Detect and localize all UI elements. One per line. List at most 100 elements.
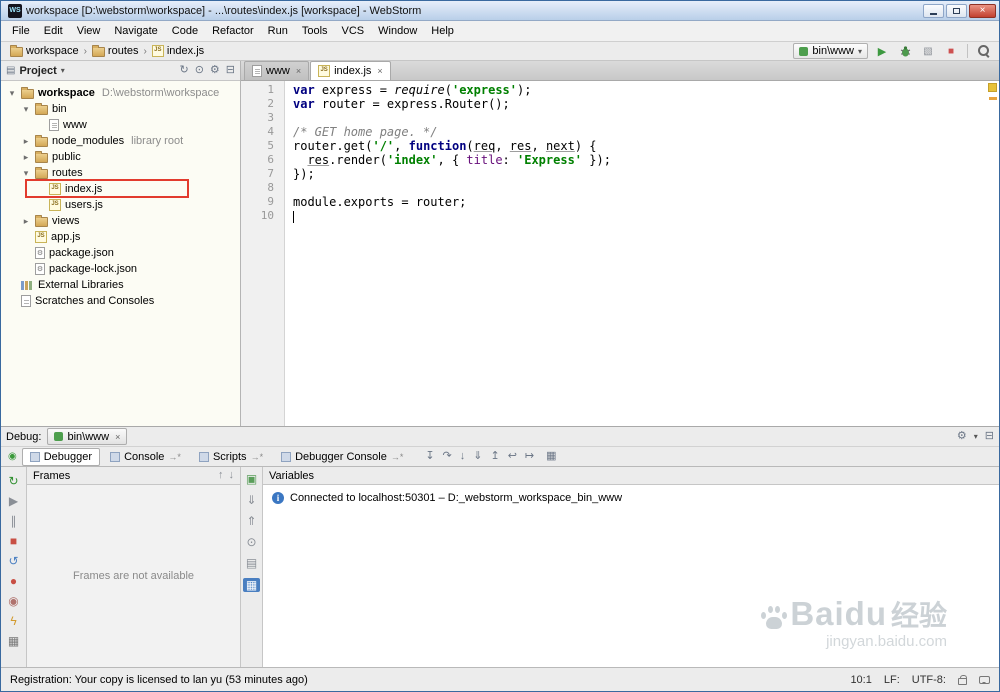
menu-item-help[interactable]: Help [424, 22, 461, 40]
tree-item-Scratches and Consoles[interactable]: Scratches and Consoles [1, 293, 240, 309]
run-to-cursor-icon[interactable]: ↦ [525, 451, 534, 462]
close-icon[interactable]: × [115, 432, 120, 442]
menu-item-view[interactable]: View [70, 22, 108, 40]
maximize-button[interactable] [946, 3, 967, 18]
chevron-down-icon[interactable]: ▾ [7, 88, 17, 99]
editor-tab-index.js[interactable]: index.js × [310, 61, 391, 80]
step-over-icon[interactable]: ↷ [443, 451, 452, 462]
debug-session-tab[interactable]: bin\www × [47, 428, 128, 445]
tree-item-app.js[interactable]: app.js [1, 229, 240, 245]
force-step-into-icon[interactable]: ⇓ [473, 451, 482, 462]
event-log-icon[interactable] [979, 675, 990, 684]
chevron-right-icon[interactable]: ▸ [21, 136, 31, 147]
debug-tab-scripts[interactable]: Scripts →* [191, 448, 271, 466]
gear-icon[interactable]: ⚙ [210, 65, 220, 76]
debug-button[interactable] [896, 43, 914, 59]
menu-item-run[interactable]: Run [261, 22, 295, 40]
close-button[interactable]: × [969, 3, 996, 18]
hide-panel-icon[interactable]: ⊟ [226, 65, 235, 76]
editor-body[interactable]: 1 2 3 4 5 6 7 8 9 10 var express = require('expre… [241, 81, 999, 426]
chevron-down-icon[interactable]: ▾ [61, 66, 65, 75]
layout-icon[interactable]: ▦ [8, 635, 19, 647]
stop-icon[interactable]: ■ [10, 535, 17, 547]
chevron-right-icon[interactable]: ▸ [21, 216, 31, 227]
menu-item-code[interactable]: Code [165, 22, 205, 40]
scroll-down-icon[interactable]: ⇓ [246, 494, 256, 506]
inspection-indicator-icon[interactable] [988, 83, 997, 92]
caret-position-widget[interactable]: 10:1 [850, 674, 871, 686]
drop-frame-icon[interactable]: ↩ [508, 451, 517, 462]
gear-icon[interactable]: ⚙ [957, 431, 967, 442]
menu-item-window[interactable]: Window [371, 22, 424, 40]
menu-item-tools[interactable]: Tools [295, 22, 335, 40]
tree-item-node_modules[interactable]: ▸ node_modules library root [1, 133, 240, 149]
menu-item-refactor[interactable]: Refactor [205, 22, 261, 40]
tree-item-views[interactable]: ▸ views [1, 213, 240, 229]
tree-item-package-lock.json[interactable]: package-lock.json [1, 261, 240, 277]
run-configuration-selector[interactable]: bin\www ▾ [793, 43, 868, 59]
chevron-down-icon[interactable]: ▾ [974, 432, 978, 441]
breadcrumb-item[interactable]: index.js [149, 45, 207, 57]
encoding-widget[interactable]: UTF-8: [912, 674, 946, 686]
code-view[interactable]: var express = require('express'); var rou… [285, 81, 999, 426]
frame-up-icon[interactable]: ↑ [218, 470, 224, 481]
locate-icon[interactable]: ⊙ [195, 65, 204, 76]
coverage-button[interactable]: ▧ [919, 43, 937, 59]
debug-tab-debugger[interactable]: Debugger [21, 447, 101, 466]
lock-icon[interactable] [958, 674, 967, 685]
error-stripe-mark[interactable] [989, 97, 997, 100]
debug-tab-debugger-console[interactable]: Debugger Console →* [273, 448, 411, 466]
rerun-icon[interactable]: ↻ [8, 475, 18, 487]
minimize-button[interactable] [923, 3, 944, 18]
console-layout-icon[interactable]: ▦ [546, 451, 556, 462]
tree-item-public[interactable]: ▸ public [1, 149, 240, 165]
frames-panel: Frames ↑ ↓ Frames are not available [27, 467, 241, 667]
refresh-icon[interactable]: ↻ [179, 65, 188, 76]
hide-panel-icon[interactable]: ⊟ [985, 431, 994, 442]
chevron-down-icon[interactable]: ▾ [21, 104, 31, 115]
debug-views-icon[interactable]: ▣ [246, 473, 257, 485]
tree-item-bin[interactable]: ▾ bin [1, 101, 240, 117]
snapshot-icon[interactable]: ▤ [246, 557, 257, 569]
tree-item-package.json[interactable]: package.json [1, 245, 240, 261]
pin-tab-icon[interactable]: ⊙ [246, 536, 256, 548]
line-ending-widget[interactable]: LF: [884, 674, 900, 686]
menu-item-file[interactable]: File [5, 22, 37, 40]
step-out-icon[interactable]: ↥ [490, 451, 499, 462]
tree-item-www[interactable]: www [1, 117, 240, 133]
tree-item-routes[interactable]: ▾ routes [1, 165, 240, 181]
tree-item-workspace[interactable]: ▾ workspace D:\webstorm\workspace [1, 85, 240, 101]
menu-item-edit[interactable]: Edit [37, 22, 70, 40]
run-button[interactable]: ▶ [873, 43, 891, 59]
menu-item-vcs[interactable]: VCS [335, 22, 372, 40]
mute-breakpoints-icon[interactable]: ◉ [8, 595, 18, 607]
variables-body[interactable]: i Connected to localhost:50301 – D:_webs… [263, 485, 999, 667]
close-icon[interactable]: × [296, 66, 301, 76]
breadcrumb-item[interactable]: routes [89, 45, 142, 57]
stop-button[interactable]: ■ [942, 43, 960, 59]
refresh-icon[interactable]: ↺ [8, 555, 18, 567]
show-execution-point-icon[interactable]: ↧ [425, 451, 434, 462]
evaluate-icon[interactable]: ϟ [10, 615, 16, 627]
project-panel-title[interactable]: Project [19, 65, 56, 77]
tree-item-index.js[interactable]: index.js [1, 179, 240, 198]
tree-item-users.js[interactable]: users.js [1, 197, 240, 213]
breadcrumb-item[interactable]: workspace [7, 45, 82, 57]
debug-tab-console[interactable]: Console →* [102, 448, 189, 466]
resume-icon[interactable]: ▶ [9, 495, 18, 507]
close-icon[interactable]: × [377, 66, 382, 76]
chevron-down-icon[interactable]: ▾ [21, 168, 31, 179]
chevron-right-icon[interactable]: ▸ [21, 152, 31, 163]
chevron-down-icon: ▾ [857, 46, 862, 56]
frame-down-icon[interactable]: ↓ [229, 470, 235, 481]
step-into-icon[interactable]: ↓ [460, 451, 466, 462]
menu-item-navigate[interactable]: Navigate [107, 22, 164, 40]
layout-grid-icon[interactable]: ▦ [242, 578, 261, 592]
title-bar[interactable]: WS workspace [D:\webstorm\workspace] - .… [1, 1, 999, 21]
pause-icon[interactable]: ∥ [11, 515, 17, 527]
view-breakpoints-icon[interactable]: ● [10, 575, 17, 587]
editor-tab-www[interactable]: www × [244, 61, 310, 80]
search-everywhere-button[interactable] [975, 43, 993, 59]
scroll-up-icon[interactable]: ⇑ [246, 515, 256, 527]
tree-item-External Libraries[interactable]: External Libraries [1, 277, 240, 293]
